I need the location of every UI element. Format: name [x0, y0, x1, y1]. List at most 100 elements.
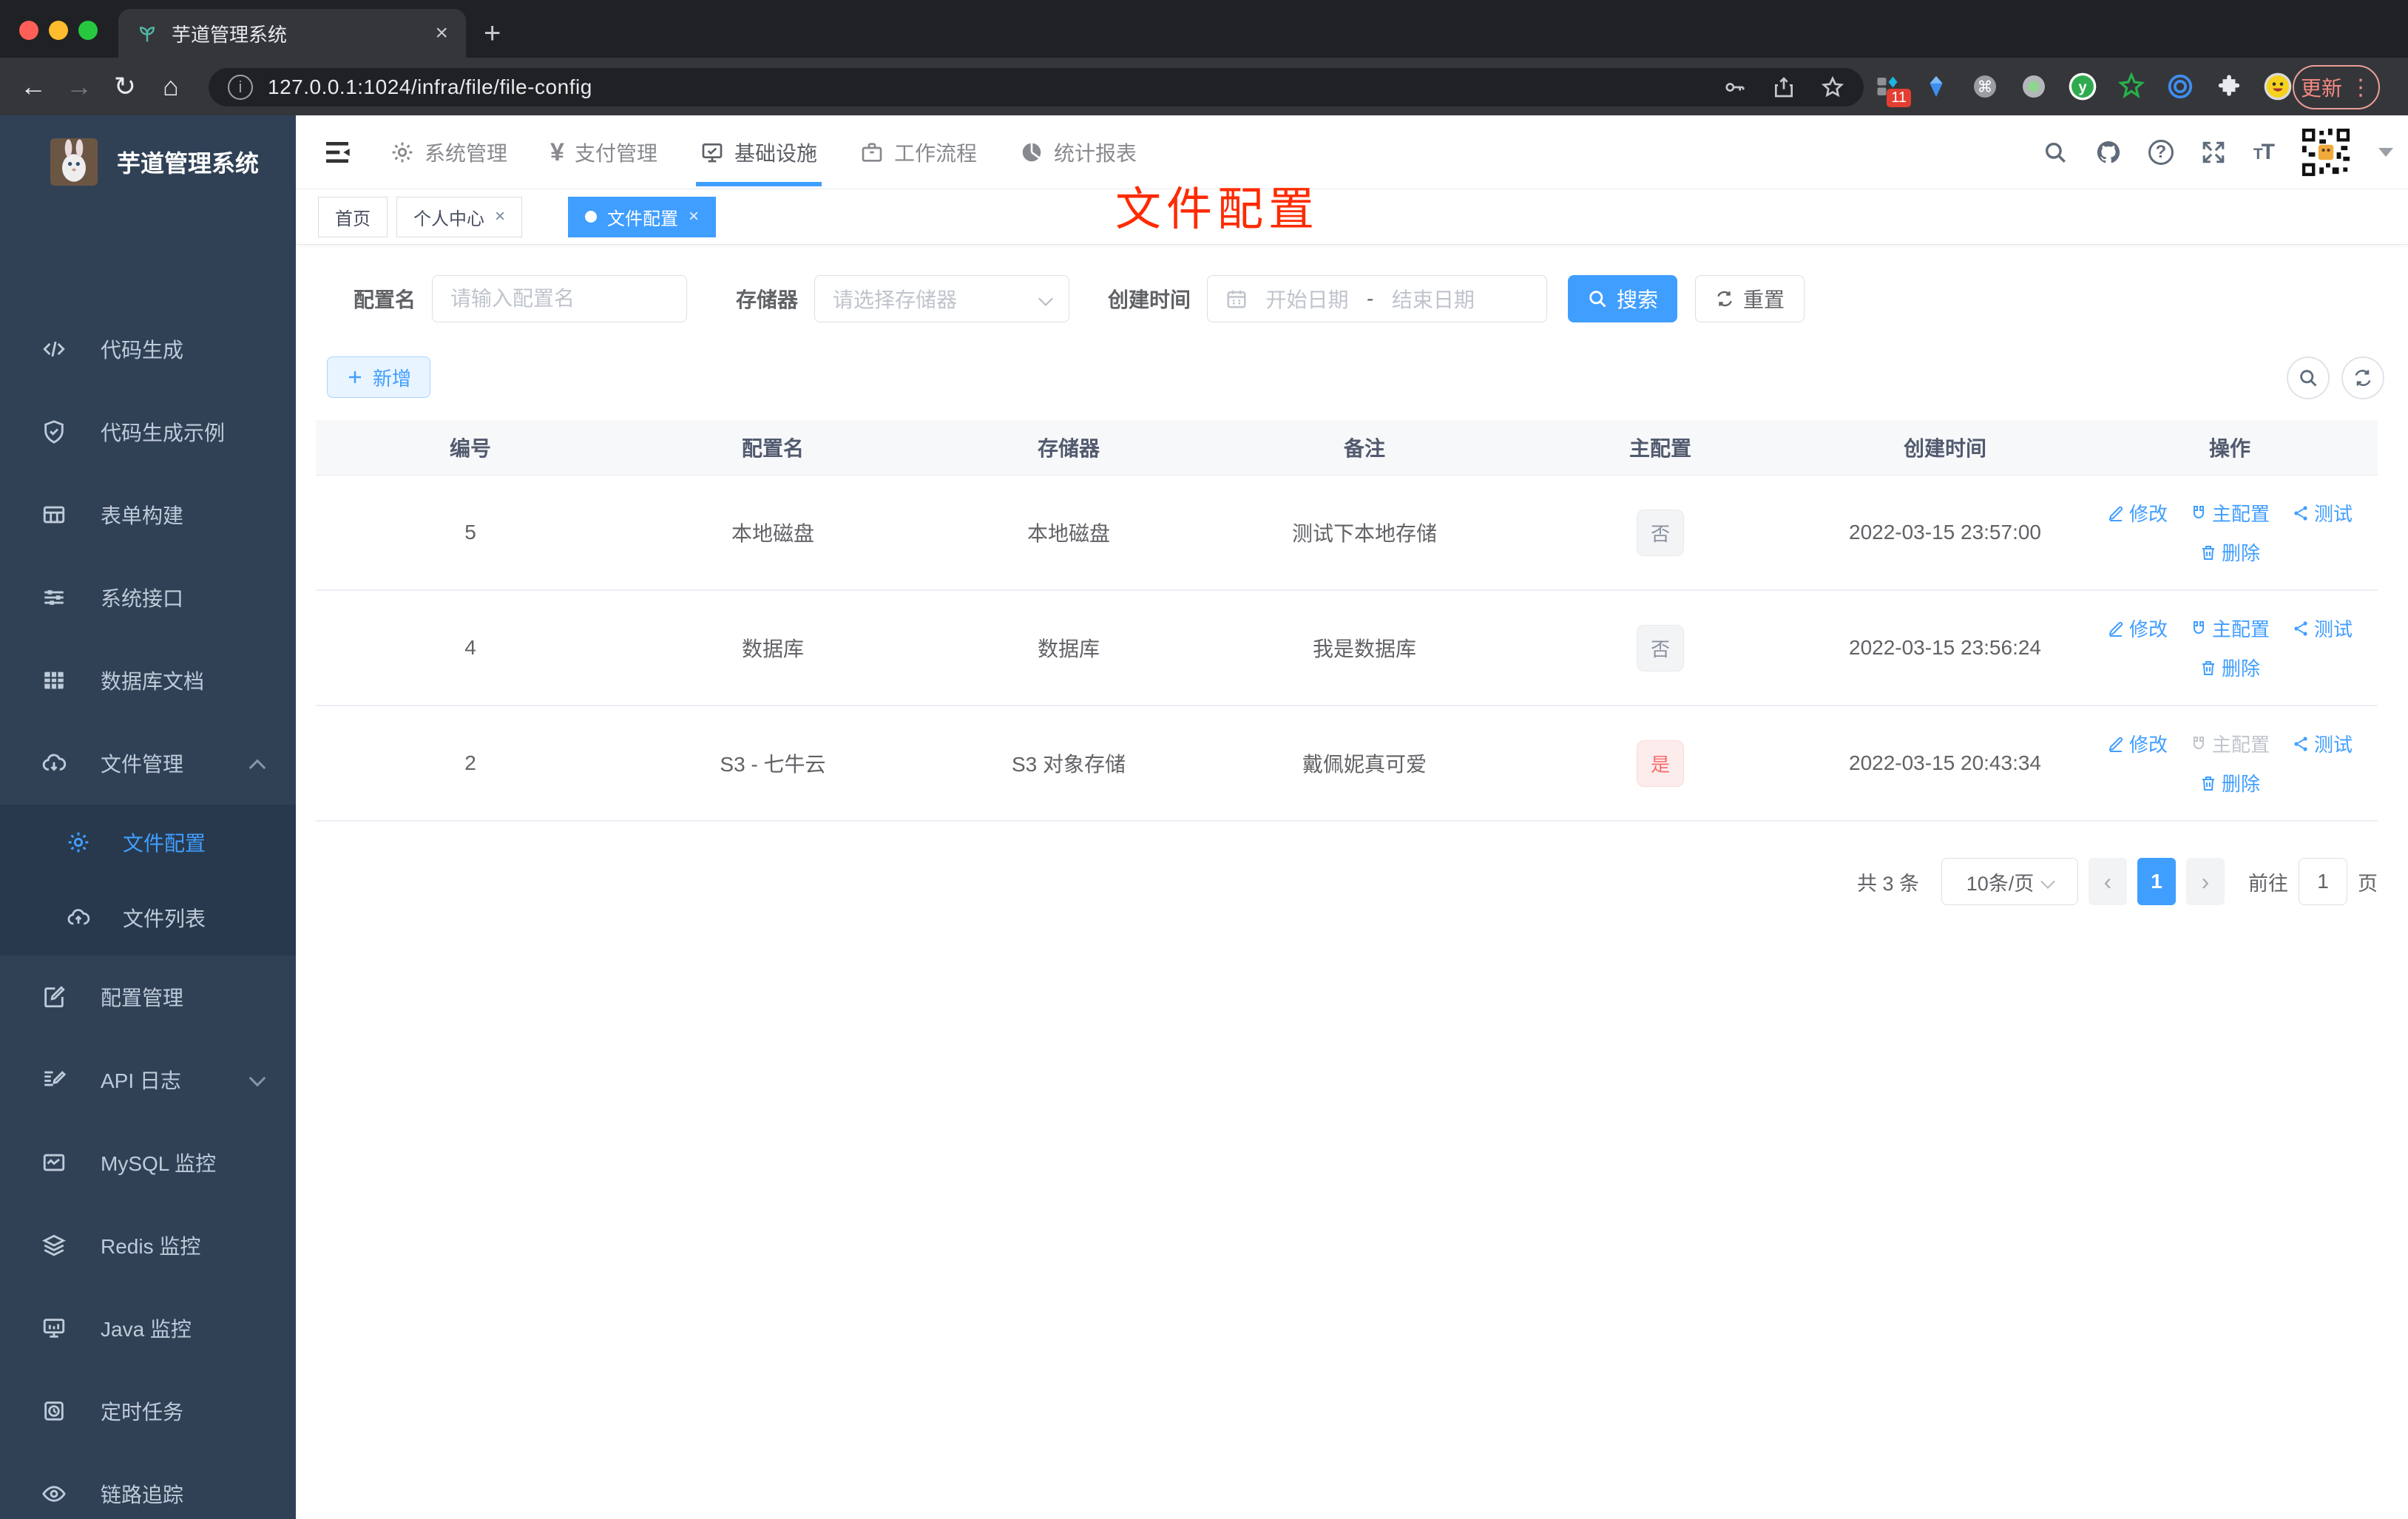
extension-emoji-icon[interactable] — [2263, 72, 2293, 101]
browser-tab[interactable]: 芋道管理系统 × — [118, 9, 466, 58]
help-icon[interactable]: ? — [2148, 140, 2174, 165]
fullscreen-icon[interactable] — [2200, 139, 2227, 166]
table-search-toggle-button[interactable] — [2287, 356, 2330, 399]
bookmark-star-icon[interactable] — [1821, 75, 1844, 99]
search-button[interactable]: 搜索 — [1568, 275, 1677, 322]
password-key-icon[interactable] — [1723, 75, 1747, 99]
edit-link[interactable]: 修改 — [2107, 499, 2168, 527]
font-size-icon[interactable]: TT — [2253, 140, 2275, 165]
sidebar-item-mysql-monitor[interactable]: MySQL 监控 — [0, 1121, 296, 1204]
edit-link[interactable]: 修改 — [2107, 615, 2168, 642]
extension-command-icon[interactable]: ⌘ — [1970, 72, 2000, 101]
delete-link[interactable]: 删除 — [2199, 538, 2260, 566]
master-link[interactable]: 主配置 — [2190, 499, 2270, 527]
site-info-icon[interactable]: i — [228, 75, 253, 100]
sidebar-item-system-api[interactable]: 系统接口 — [0, 556, 296, 639]
sidebar-item-file-management[interactable]: 文件管理 — [0, 722, 296, 805]
sliders-icon — [41, 585, 67, 610]
edit-link[interactable]: 修改 — [2107, 730, 2168, 757]
window-zoom-button[interactable] — [78, 21, 98, 40]
forward-icon[interactable]: → — [56, 71, 102, 102]
sidebar-item-scheduled-jobs[interactable]: 定时任务 — [0, 1370, 296, 1452]
add-button[interactable]: 新增 — [327, 356, 430, 398]
nav-system-management[interactable]: 系统管理 — [390, 115, 507, 189]
date-range-picker[interactable]: 开始日期 - 结束日期 — [1207, 275, 1548, 322]
avatar-caret-down-icon[interactable] — [2378, 148, 2393, 157]
sidebar-item-label: 文件管理 — [101, 753, 184, 776]
sidebar-item-code-demo[interactable]: 代码生成示例 — [0, 390, 296, 473]
current-page-button[interactable]: 1 — [2137, 858, 2176, 905]
test-link[interactable]: 测试 — [2292, 730, 2353, 757]
page-size-value: 10条/页 — [1966, 872, 2035, 895]
sidebar-item-config-management[interactable]: 配置管理 — [0, 955, 296, 1038]
cell-storage: 本地磁盘 — [1027, 522, 1110, 545]
window-minimize-button[interactable] — [49, 21, 68, 40]
extension-y-icon[interactable]: y — [2068, 72, 2097, 101]
edit-label: 修改 — [2128, 734, 2168, 756]
filter-storage-label: 存储器 — [736, 288, 799, 311]
nav-workflow[interactable]: 工作流程 — [860, 115, 977, 189]
table-refresh-button[interactable] — [2341, 356, 2384, 399]
extension-star-icon[interactable] — [2117, 72, 2146, 101]
test-link[interactable]: 测试 — [2292, 615, 2353, 642]
prev-page-button[interactable]: ‹ — [2089, 858, 2127, 905]
config-name-input[interactable] — [432, 275, 688, 322]
page-size-select[interactable]: 10条/页 — [1941, 858, 2078, 905]
new-tab-button[interactable]: + — [484, 18, 501, 48]
extension-dot-icon[interactable] — [2019, 72, 2049, 101]
reset-button[interactable]: 重置 — [1695, 275, 1805, 322]
tag-close-icon[interactable]: × — [689, 206, 699, 227]
sidebar-item-label: 文件配置 — [123, 832, 206, 855]
back-icon[interactable]: ← — [10, 71, 56, 102]
date-start-placeholder: 开始日期 — [1265, 288, 1349, 311]
search-icon[interactable] — [2042, 139, 2069, 166]
window-close-button[interactable] — [19, 21, 38, 40]
pen-icon — [2107, 504, 2125, 522]
browser-menu-dots-icon[interactable]: ⋮ — [2350, 75, 2372, 101]
tag-close-icon[interactable]: × — [495, 206, 505, 227]
test-link[interactable]: 测试 — [2292, 499, 2353, 527]
extension-puzzle-icon[interactable] — [2214, 72, 2244, 101]
goto-page-input[interactable] — [2299, 858, 2347, 905]
delete-link[interactable]: 删除 — [2199, 769, 2260, 796]
next-icon: › — [2201, 867, 2210, 895]
tag-home[interactable]: 首页 — [318, 196, 388, 237]
sidebar-collapse-icon[interactable] — [321, 138, 354, 167]
pen-icon — [2107, 620, 2125, 637]
sidebar-item-java-monitor[interactable]: Java 监控 — [0, 1287, 296, 1370]
sidebar-submenu-file: 文件配置 文件列表 — [0, 805, 296, 955]
next-page-button[interactable]: › — [2186, 858, 2225, 905]
tab-close-icon[interactable]: × — [435, 22, 448, 44]
sidebar-item-file-list[interactable]: 文件列表 — [0, 880, 296, 955]
sidebar-item-redis-monitor[interactable]: Redis 监控 — [0, 1204, 296, 1287]
tag-profile[interactable]: 个人中心 × — [396, 196, 523, 237]
browser-update-button[interactable]: 更新 ⋮ — [2293, 65, 2380, 109]
gear-icon — [67, 830, 90, 854]
sidebar-item-form-builder[interactable]: 表单构建 — [0, 473, 296, 556]
sidebar-item-file-config[interactable]: 文件配置 — [0, 805, 296, 880]
extension-eye-icon[interactable] — [2165, 72, 2195, 101]
tag-file-config[interactable]: 文件配置 × — [568, 196, 717, 237]
extension-gem-icon[interactable] — [1921, 72, 1951, 101]
magnet-icon — [2190, 504, 2208, 522]
storage-select[interactable]: 请选择存储器 — [814, 275, 1070, 322]
share-icon[interactable] — [1772, 75, 1796, 99]
master-link[interactable]: 主配置 — [2190, 615, 2270, 642]
url-bar[interactable]: i 127.0.0.1:1024/infra/file/file-config — [209, 68, 1864, 106]
test-label: 测试 — [2314, 503, 2353, 525]
nav-infrastructure[interactable]: 基础设施 — [695, 115, 822, 189]
delete-link[interactable]: 删除 — [2199, 654, 2260, 681]
sidebar-item-tracing[interactable]: 链路追踪 — [0, 1452, 296, 1519]
sidebar-item-code-gen[interactable]: 代码生成 — [0, 308, 296, 390]
sidebar-item-api-log[interactable]: API 日志 — [0, 1038, 296, 1121]
extension-tabs-icon[interactable]: 11 — [1873, 72, 1911, 107]
user-avatar[interactable] — [2300, 126, 2352, 178]
nav-payment-management[interactable]: ¥ 支付管理 — [550, 115, 657, 189]
home-icon[interactable]: ⌂ — [148, 71, 194, 102]
sidebar-logo-row[interactable]: 芋道管理系统 — [0, 115, 296, 194]
sidebar-item-db-doc[interactable]: 数据库文档 — [0, 639, 296, 722]
table-solid-icon — [41, 668, 67, 693]
reload-icon[interactable]: ↻ — [102, 71, 148, 102]
config-name-input-field[interactable] — [450, 287, 669, 311]
github-icon[interactable] — [2095, 139, 2122, 166]
